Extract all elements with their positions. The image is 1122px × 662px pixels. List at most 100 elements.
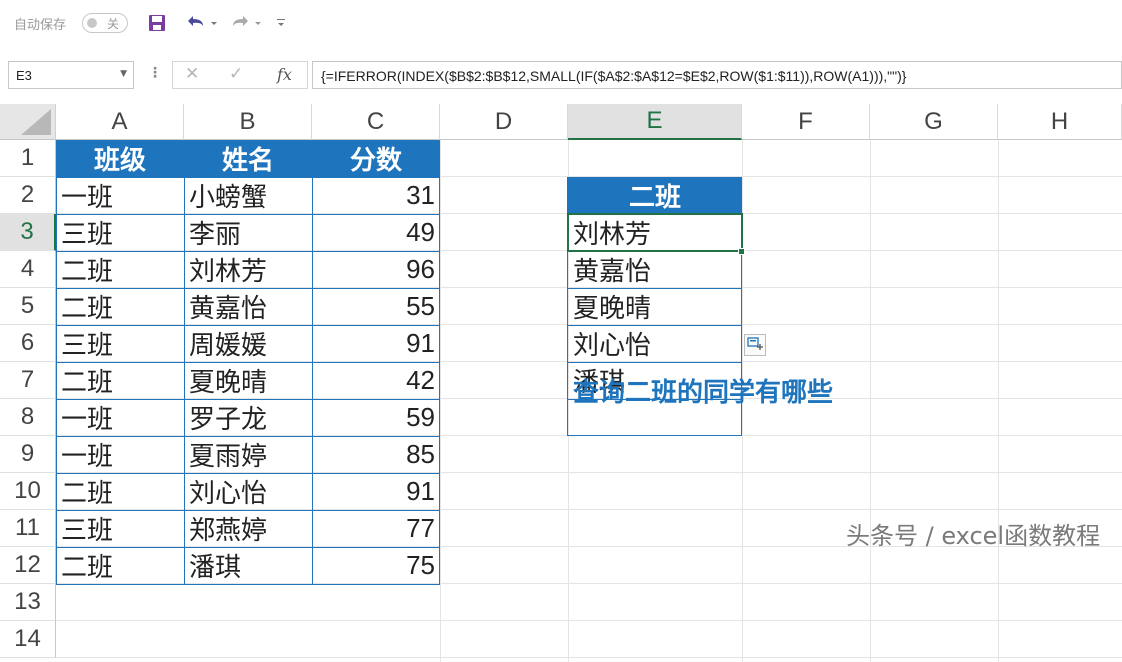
table-cell[interactable]: 郑燕婷: [184, 510, 312, 547]
table-cell[interactable]: 55: [312, 288, 440, 325]
watermark: 头条号 / excel函数教程: [846, 522, 1101, 550]
table-cell[interactable]: 罗子龙: [184, 399, 312, 436]
row-header-6[interactable]: 6: [0, 325, 56, 362]
paste-options-icon[interactable]: [744, 334, 766, 356]
table-divider: [56, 177, 440, 178]
column-header-c[interactable]: C: [312, 104, 440, 140]
table-cell[interactable]: 91: [312, 325, 440, 362]
column-header-e[interactable]: E: [568, 104, 742, 140]
table-cell[interactable]: 三班: [56, 325, 184, 362]
table-cell[interactable]: 二班: [56, 362, 184, 399]
table-cell[interactable]: 31: [312, 177, 440, 214]
table-cell[interactable]: 潘琪: [184, 547, 312, 584]
select-all-corner[interactable]: [0, 104, 56, 140]
table-header-cell[interactable]: 姓名: [184, 140, 312, 177]
result-divider: [567, 362, 742, 363]
table-divider: [56, 214, 440, 215]
quick-access-toolbar: 自动保存 关: [0, 0, 1122, 48]
table-cell[interactable]: 77: [312, 510, 440, 547]
fill-handle[interactable]: [738, 248, 745, 255]
column-header-h[interactable]: H: [998, 104, 1122, 140]
table-cell[interactable]: 一班: [56, 399, 184, 436]
table-divider: [56, 399, 440, 400]
worksheet-grid[interactable]: A B C D E F G H 1 2 3 4 5 6 7 8 9 10 11 12 13 14 班级 姓名…: [0, 104, 1122, 662]
save-icon[interactable]: [146, 10, 168, 36]
table-cell[interactable]: 二班: [56, 473, 184, 510]
customize-toolbar-icon[interactable]: [274, 10, 288, 36]
table-cell[interactable]: 三班: [56, 214, 184, 251]
row-header-5[interactable]: 5: [0, 288, 56, 325]
result-cell[interactable]: 刘心怡: [568, 325, 742, 362]
row-header-10[interactable]: 10: [0, 473, 56, 510]
table-cell[interactable]: 91: [312, 473, 440, 510]
table-cell[interactable]: 75: [312, 547, 440, 584]
row-header-14[interactable]: 14: [0, 621, 56, 658]
row-header-13[interactable]: 13: [0, 584, 56, 621]
formula-input[interactable]: {=IFERROR(INDEX($B$2:$B$12,SMALL(IF($A$2…: [312, 61, 1122, 89]
table-cell[interactable]: 三班: [56, 510, 184, 547]
cancel-icon[interactable]: ✕: [185, 64, 199, 84]
gridline: [56, 657, 1122, 658]
table-cell[interactable]: 一班: [56, 177, 184, 214]
gridline: [56, 620, 1122, 621]
table-cell[interactable]: 二班: [56, 547, 184, 584]
result-divider: [567, 214, 742, 215]
result-header-cell[interactable]: 二班: [568, 177, 742, 214]
row-header-4[interactable]: 4: [0, 251, 56, 288]
table-cell[interactable]: 夏雨婷: [184, 436, 312, 473]
table-cell[interactable]: 49: [312, 214, 440, 251]
table-cell[interactable]: 夏晚晴: [184, 362, 312, 399]
row-header-7[interactable]: 7: [0, 362, 56, 399]
table-divider: [56, 325, 440, 326]
autosave-label: 自动保存: [14, 18, 67, 33]
column-header-d[interactable]: D: [440, 104, 568, 140]
result-cell[interactable]: 刘林芳: [568, 214, 742, 251]
table-cell[interactable]: 二班: [56, 251, 184, 288]
column-header-b[interactable]: B: [184, 104, 312, 140]
table-header-cell[interactable]: 分数: [312, 140, 440, 177]
table-cell[interactable]: 85: [312, 436, 440, 473]
table-divider: [56, 473, 440, 474]
undo-icon[interactable]: [184, 10, 220, 36]
table-cell[interactable]: 周媛媛: [184, 325, 312, 362]
column-header-f[interactable]: F: [742, 104, 870, 140]
table-divider: [56, 510, 440, 511]
enter-check-icon[interactable]: ✓: [229, 64, 243, 84]
row-header-8[interactable]: 8: [0, 399, 56, 436]
table-cell[interactable]: 小螃蟹: [184, 177, 312, 214]
result-divider: [567, 288, 742, 289]
row-header-1[interactable]: 1: [0, 140, 56, 177]
column-header-g[interactable]: G: [870, 104, 998, 140]
row-header-12[interactable]: 12: [0, 547, 56, 584]
table-divider: [56, 288, 440, 289]
table-cell[interactable]: 一班: [56, 436, 184, 473]
query-note: 查询二班的同学有哪些: [573, 378, 834, 408]
result-divider: [567, 251, 742, 252]
row-header-3[interactable]: 3: [0, 214, 56, 251]
row-header-11[interactable]: 11: [0, 510, 56, 547]
more-options-icon: ⋮: [148, 65, 162, 81]
table-divider: [56, 251, 440, 252]
row-header-2[interactable]: 2: [0, 177, 56, 214]
result-cell[interactable]: 黄嘉怡: [568, 251, 742, 288]
table-cell[interactable]: 黄嘉怡: [184, 288, 312, 325]
redo-icon[interactable]: [228, 10, 264, 36]
name-box-value: E3: [16, 68, 32, 83]
table-header-cell[interactable]: 班级: [56, 140, 184, 177]
table-divider: [56, 547, 440, 548]
table-cell[interactable]: 96: [312, 251, 440, 288]
result-cell[interactable]: 夏晚晴: [568, 288, 742, 325]
table-cell[interactable]: 二班: [56, 288, 184, 325]
chevron-down-icon[interactable]: ▼: [120, 69, 127, 79]
row-header-9[interactable]: 9: [0, 436, 56, 473]
table-cell[interactable]: 42: [312, 362, 440, 399]
insert-function-icon[interactable]: fx: [277, 65, 292, 84]
table-cell[interactable]: 李丽: [184, 214, 312, 251]
name-box[interactable]: E3 ▼: [8, 61, 134, 89]
table-cell[interactable]: 59: [312, 399, 440, 436]
column-header-a[interactable]: A: [56, 104, 184, 140]
table-cell[interactable]: 刘心怡: [184, 473, 312, 510]
autosave-toggle[interactable]: 关: [82, 13, 128, 33]
table-cell[interactable]: 刘林芳: [184, 251, 312, 288]
table-divider: [56, 436, 440, 437]
